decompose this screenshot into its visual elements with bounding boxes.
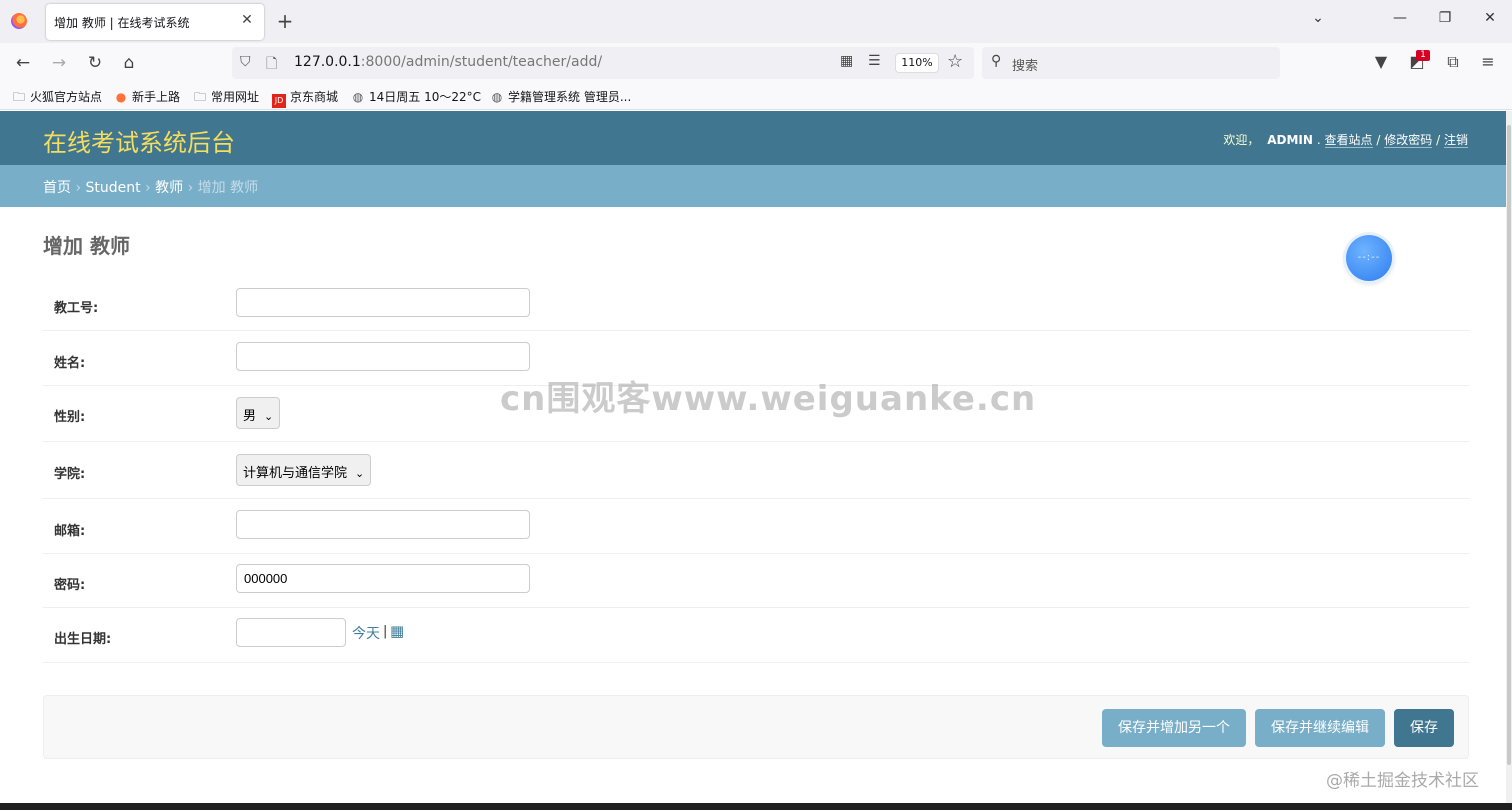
college-label: 学院: (54, 467, 86, 482)
separator: / (1436, 133, 1441, 147)
page-info-icon[interactable]: 🗋 (266, 53, 277, 77)
welcome-text: 欢迎， (1223, 133, 1260, 147)
back-icon[interactable]: ← (11, 51, 35, 75)
tab-title: 增加 教师 | 在线考试系统 (54, 16, 190, 30)
forward-icon[interactable]: → (47, 51, 71, 75)
zoom-level[interactable]: 110% (895, 53, 939, 73)
url-bar[interactable]: ⛉ 🗋 127.0.0.1:8000/admin/student/teacher… (232, 47, 974, 79)
form-row-password: 密码: 000000 (43, 554, 1469, 608)
email-field[interactable] (236, 510, 530, 539)
teacher-id-input[interactable] (236, 288, 530, 317)
college-select[interactable]: 计算机与通信学院 ⌄ (236, 454, 372, 486)
url-host: 127.0.0.1 (294, 54, 361, 70)
form-row-teacher-id: 教工号: (43, 276, 1469, 331)
password-input[interactable]: 000000 (236, 564, 530, 593)
name-input[interactable] (236, 342, 530, 371)
form-row-birthday: 出生日期: 今天 | ▦ (43, 608, 1469, 663)
form-row-college: 学院: 计算机与通信学院 ⌄ (43, 442, 1469, 499)
bookmark-star-icon[interactable]: ☆ (947, 51, 963, 72)
globe-icon: ◍ (352, 90, 364, 104)
new-tab-icon[interactable]: + (276, 8, 294, 34)
breadcrumb-model[interactable]: 教师 (155, 180, 183, 196)
search-placeholder: 搜索 (1012, 59, 1039, 74)
search-bar[interactable]: ⚲ 搜索 (982, 47, 1280, 79)
bookmark-item[interactable]: ● 新手上路 (114, 88, 180, 105)
bookmark-item[interactable]: ◍ 14日周五 10～22°C (351, 88, 481, 105)
calendar-icon[interactable]: ▦ (390, 622, 404, 640)
browser-tab-active[interactable]: 增加 教师 | 在线考试系统 ✕ (46, 4, 264, 40)
bookmark-item[interactable]: 🗀 火狐官方站点 (12, 88, 102, 109)
chevron-down-icon: ⌄ (355, 467, 365, 480)
shield-icon[interactable]: ⛉ (240, 54, 251, 70)
tab-list-chevron-icon[interactable]: ⌄ (1308, 10, 1328, 26)
email-label: 邮箱: (54, 524, 86, 539)
firefox-icon: ● (115, 90, 127, 104)
save-button[interactable]: 保存 (1394, 709, 1454, 747)
minimize-icon[interactable]: — (1390, 10, 1410, 26)
admin-header: 在线考试系统后台 欢迎， ADMIN. 查看站点 / 修改密码 / 注销 (0, 111, 1506, 165)
user-tools: 欢迎， ADMIN. 查看站点 / 修改密码 / 注销 (1223, 133, 1468, 148)
bookmark-item[interactable]: ◍ 学籍管理系统 管理员... (490, 88, 632, 105)
taskbar-strip (0, 803, 1512, 810)
save-add-another-button[interactable]: 保存并增加另一个 (1102, 709, 1246, 747)
notification-badge: 1 (1416, 50, 1430, 61)
gender-label: 性别: (54, 410, 86, 425)
home-icon[interactable]: ⌂ (117, 51, 141, 75)
change-password-link[interactable]: 修改密码 (1384, 133, 1433, 148)
scrollbar-thumb[interactable] (1507, 125, 1511, 765)
url-text[interactable]: 127.0.0.1:8000/admin/student/teacher/add… (294, 54, 602, 70)
breadcrumb-home[interactable]: 首页 (43, 180, 71, 196)
breadcrumb: 首页 › Student › 教师 › 增加 教师 (0, 165, 1506, 207)
firefox-icon (11, 13, 27, 29)
username: ADMIN (1267, 133, 1313, 147)
view-site-link[interactable]: 查看站点 (1324, 133, 1373, 148)
qr-code-icon[interactable]: ▦ (840, 53, 853, 69)
today-link[interactable]: 今天 (352, 623, 380, 643)
gender-select[interactable]: 男 ⌄ (236, 397, 281, 429)
birthday-input[interactable] (236, 618, 346, 647)
juejin-watermark: @稀土掘金技术社区 (1326, 771, 1479, 791)
birthday-label: 出生日期: (54, 632, 112, 647)
breadcrumb-app[interactable]: Student (86, 180, 141, 196)
browser-tabbar: 增加 教师 | 在线考试系统 ✕ + ⌄ — ❐ ✕ (0, 0, 1512, 43)
url-path: :8000/admin/student/teacher/add/ (360, 54, 603, 70)
restore-icon[interactable]: ❐ (1435, 10, 1455, 26)
bookmarks-bar: 🗀 火狐官方站点 ● 新手上路 🗀 常用网址 JD 京东商城 ◍ 14日周五 10～22°… (0, 83, 1512, 110)
page-title: 增加 教师 (43, 234, 130, 258)
breadcrumb-sep: › (145, 180, 151, 196)
folder-icon: 🗀 (12, 90, 25, 104)
extensions-puzzle-icon[interactable]: ⧉ (1442, 52, 1464, 72)
chevron-down-icon: ⌄ (264, 410, 274, 423)
site-branding[interactable]: 在线考试系统后台 (43, 123, 235, 158)
separator: / (1376, 133, 1381, 147)
reload-icon[interactable]: ↻ (83, 51, 107, 75)
breadcrumb-sep: › (75, 180, 82, 196)
submit-row: 保存并增加另一个 保存并继续编辑 保存 (43, 695, 1469, 759)
breadcrumb-sep: › (187, 180, 194, 196)
vpn-icon[interactable]: ▼ (1370, 52, 1392, 71)
teacher-id-label: 教工号: (54, 301, 99, 316)
floating-assistant-icon[interactable]: --:-- (1346, 235, 1392, 281)
link-separator: | (383, 624, 388, 639)
tab-close-icon[interactable]: ✕ (238, 12, 256, 28)
save-continue-button[interactable]: 保存并继续编辑 (1255, 709, 1385, 747)
form-row-email: 邮箱: (43, 499, 1469, 554)
bookmark-item[interactable]: JD 京东商城 (272, 88, 338, 108)
globe-icon: ◍ (491, 90, 503, 104)
reader-view-icon[interactable]: ☰ (868, 53, 881, 69)
search-icon: ⚲ (991, 53, 1002, 69)
jd-logo-icon: JD (272, 94, 286, 108)
bookmark-item[interactable]: 🗀 常用网址 (193, 88, 259, 109)
password-label: 密码: (54, 578, 86, 593)
menu-icon[interactable]: ≡ (1477, 52, 1499, 71)
window-close-icon[interactable]: ✕ (1480, 10, 1500, 26)
browser-navbar: ← → ↻ ⌂ ⛉ 🗋 127.0.0.1:8000/admin/student… (0, 43, 1512, 83)
watermark-text: cn围观客www.weiguanke.cn (500, 379, 1037, 419)
folder-icon: 🗀 (193, 90, 206, 104)
breadcrumb-current: 增加 教师 (197, 180, 259, 196)
logout-link[interactable]: 注销 (1443, 133, 1468, 148)
name-label: 姓名: (54, 356, 86, 371)
